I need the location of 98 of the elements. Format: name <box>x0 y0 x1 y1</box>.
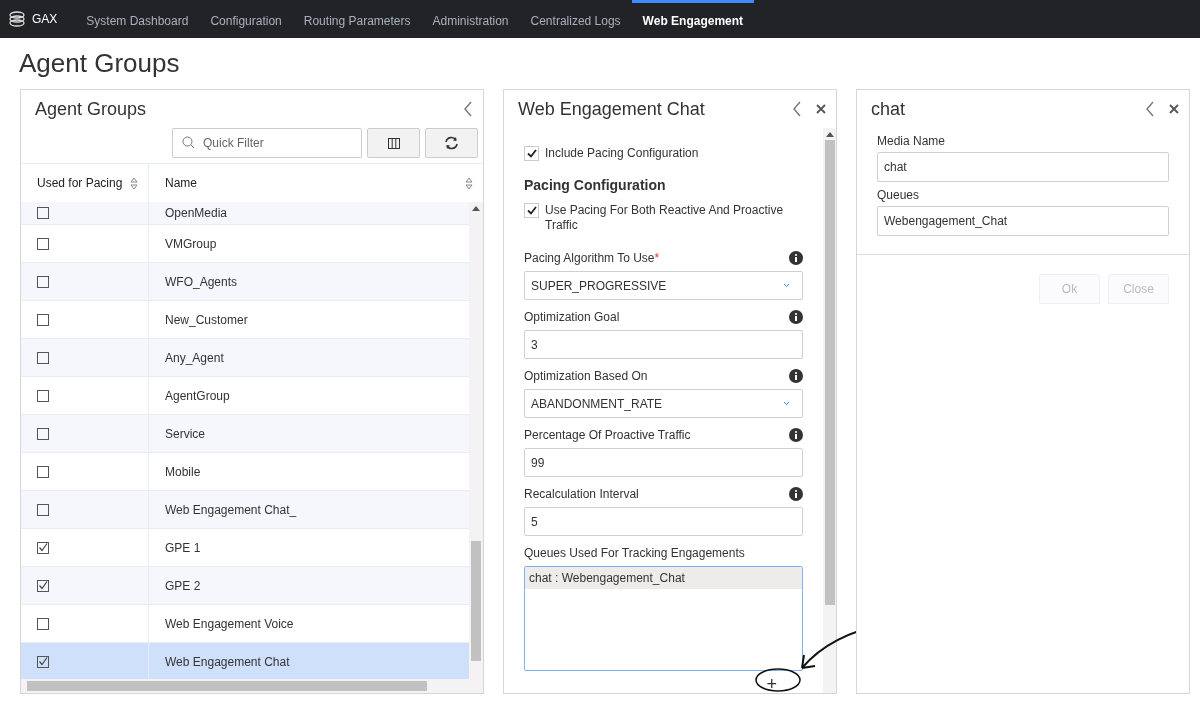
nav-tab[interactable]: Centralized Logs <box>519 0 632 38</box>
refresh-icon <box>444 136 459 150</box>
table-cell-text: Web Engagement Chat <box>164 653 291 671</box>
panel-title: chat <box>871 98 906 120</box>
checkbox[interactable] <box>37 503 49 516</box>
input-field[interactable]: Webengagement_Chat <box>877 206 1169 236</box>
input-field[interactable]: chat <box>877 152 1169 182</box>
close-icon[interactable] <box>1169 104 1179 114</box>
table-row[interactable]: AgentGroup <box>21 377 469 415</box>
checkbox[interactable] <box>37 465 49 478</box>
section-title: Pacing Configuration <box>524 177 667 193</box>
field-label: Optimization Based On <box>524 369 648 384</box>
chevron-icon <box>783 401 790 407</box>
select-field[interactable]: SUPER_PROGRESSIVE <box>524 271 803 301</box>
field-label: Pacing Algorithm To Use* <box>524 251 660 265</box>
input-field[interactable]: 5 <box>524 507 803 537</box>
checkbox-label: Include Pacing Configuration <box>545 146 699 161</box>
field-label: Optimization Goal <box>524 310 620 325</box>
scroll-up-icon[interactable] <box>472 206 480 211</box>
input-field[interactable]: 99 <box>524 448 803 478</box>
checkbox[interactable] <box>37 579 49 592</box>
table-row[interactable]: Service <box>21 415 469 453</box>
table-row[interactable]: New_Customer <box>21 301 469 339</box>
nav-tab[interactable]: Routing Parameters <box>292 0 422 38</box>
table-cell-text: New_Customer <box>164 311 249 329</box>
info-icon[interactable] <box>789 310 803 325</box>
search-field[interactable]: Quick Filter <box>172 128 362 158</box>
table-cell-text: Mobile <box>164 463 202 481</box>
info-icon[interactable] <box>789 487 803 502</box>
table-row[interactable]: Web Engagement Voice <box>21 605 469 643</box>
nav-tab[interactable]: Administration <box>421 0 520 38</box>
table-row[interactable]: GPE 1 <box>21 529 469 567</box>
scrollbar[interactable] <box>823 128 836 693</box>
checkbox-label: Use Pacing For Both Reactive And Proactive Traffic <box>545 203 785 233</box>
scrollbar-thumb[interactable] <box>471 541 481 661</box>
checkbox[interactable] <box>37 427 49 440</box>
field-label: Percentage Of Proactive Traffic <box>524 428 691 443</box>
table-cell-text: Web Engagement Voice <box>164 615 295 633</box>
table-cell-text: GPE 2 <box>164 577 202 595</box>
scroll-up-icon[interactable] <box>825 132 834 137</box>
checkbox[interactable] <box>37 389 49 402</box>
select-field[interactable]: ABANDONMENT_RATE <box>524 389 803 419</box>
scrollbar[interactable] <box>469 202 483 679</box>
field-label: Queues <box>877 188 921 202</box>
field-label: Media Name <box>877 134 947 148</box>
brand-name: GAX <box>32 12 58 26</box>
list-item[interactable]: chat : Webengagement_Chat <box>525 567 802 590</box>
table-row[interactable]: VMGroup <box>21 225 469 263</box>
info-icon[interactable] <box>789 251 803 265</box>
close-icon[interactable] <box>816 104 826 114</box>
page-title: Agent Groups <box>19 48 181 79</box>
table-row[interactable]: OpenMedia <box>21 202 469 225</box>
field-label: Recalculation Interval <box>524 487 639 502</box>
table-row[interactable]: Mobile <box>21 453 469 491</box>
scrollbar-thumb[interactable] <box>824 140 835 605</box>
nav-tab[interactable]: Web Engagement <box>631 0 755 38</box>
columns-button[interactable] <box>367 128 420 158</box>
columns-icon <box>387 137 400 149</box>
table-cell-text: Any_Agent <box>164 349 225 367</box>
table-row[interactable]: Any_Agent <box>21 339 469 377</box>
checkbox[interactable] <box>37 617 49 630</box>
chevron-icon <box>783 283 790 289</box>
horizontal-scrollbar[interactable] <box>21 679 483 693</box>
table-cell-text: Web Engagement Chat_ <box>164 501 298 519</box>
field-label: Queues Used For Tracking Engagements <box>524 546 745 561</box>
table-cell-text: WFO_Agents <box>164 273 239 291</box>
checkbox[interactable] <box>37 237 49 250</box>
table-row[interactable]: Web Engagement Chat_ <box>21 491 469 529</box>
table-row[interactable]: Web Engagement Chat <box>21 643 469 679</box>
sort-icon[interactable] <box>465 176 473 190</box>
checkbox[interactable] <box>37 313 49 326</box>
info-icon[interactable] <box>789 369 803 384</box>
table-cell-text: GPE 1 <box>164 539 202 557</box>
collapse-icon[interactable] <box>792 101 802 117</box>
collapse-icon[interactable] <box>1145 101 1155 117</box>
checkbox[interactable] <box>37 207 49 219</box>
collapse-icon[interactable] <box>463 101 473 117</box>
panel-title: Agent Groups <box>35 98 147 120</box>
panel-title: Web Engagement Chat <box>518 98 705 120</box>
nav-tab[interactable]: System Dashboard <box>75 0 200 38</box>
table-row[interactable]: WFO_Agents <box>21 263 469 301</box>
table-cell-text: Service <box>164 425 206 443</box>
queue-list[interactable]: chat : Webengagement_Chat <box>524 566 803 671</box>
table-row[interactable]: GPE 2 <box>21 567 469 605</box>
table-cell-text: OpenMedia <box>164 205 229 222</box>
table-cell-text: AgentGroup <box>164 387 231 405</box>
checkbox[interactable] <box>37 351 49 364</box>
checkbox[interactable] <box>37 655 49 668</box>
table-cell-text: VMGroup <box>164 235 218 253</box>
logo-icon <box>8 11 26 27</box>
refresh-button[interactable] <box>425 128 478 158</box>
checkbox[interactable] <box>37 275 49 288</box>
info-icon[interactable] <box>789 428 803 443</box>
nav-tab[interactable]: Configuration <box>199 0 293 38</box>
input-field[interactable]: 3 <box>524 330 803 360</box>
sort-icon[interactable] <box>130 176 138 190</box>
search-icon <box>182 136 195 149</box>
checkbox[interactable] <box>37 541 49 554</box>
